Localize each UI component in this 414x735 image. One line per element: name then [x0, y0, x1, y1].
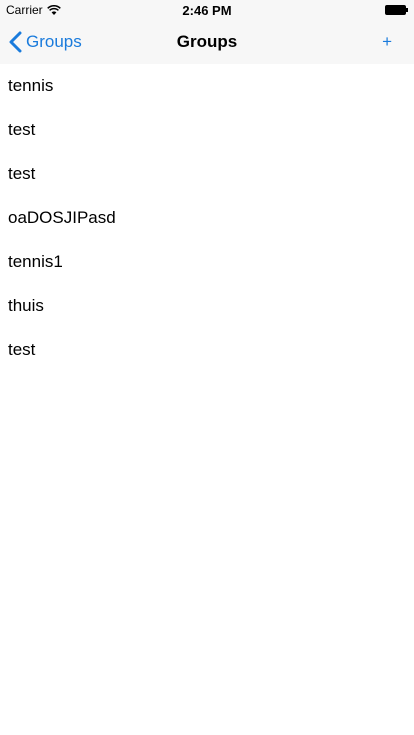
- back-button-label: Groups: [26, 32, 82, 51]
- list-item[interactable]: oaDOSJIPasd: [0, 196, 414, 240]
- list-item[interactable]: thuis: [0, 284, 414, 328]
- back-button[interactable]: Groups: [8, 20, 82, 64]
- group-list: tennis test test oaDOSJIPasd tennis1 thu…: [0, 64, 414, 372]
- list-item[interactable]: tennis1: [0, 240, 414, 284]
- list-item[interactable]: test: [0, 152, 414, 196]
- list-item[interactable]: test: [0, 108, 414, 152]
- list-item[interactable]: tennis: [0, 64, 414, 108]
- battery-icon: [385, 5, 408, 15]
- list-item[interactable]: test: [0, 328, 414, 372]
- navigation-bar: Groups Groups +: [0, 20, 414, 64]
- screen: Carrier 2:46 PM Groups Groups + tennis t…: [0, 0, 414, 735]
- add-group-button[interactable]: +: [382, 20, 392, 64]
- chevron-left-icon: [9, 31, 22, 53]
- status-bar: Carrier 2:46 PM: [0, 0, 414, 20]
- status-time: 2:46 PM: [182, 3, 232, 18]
